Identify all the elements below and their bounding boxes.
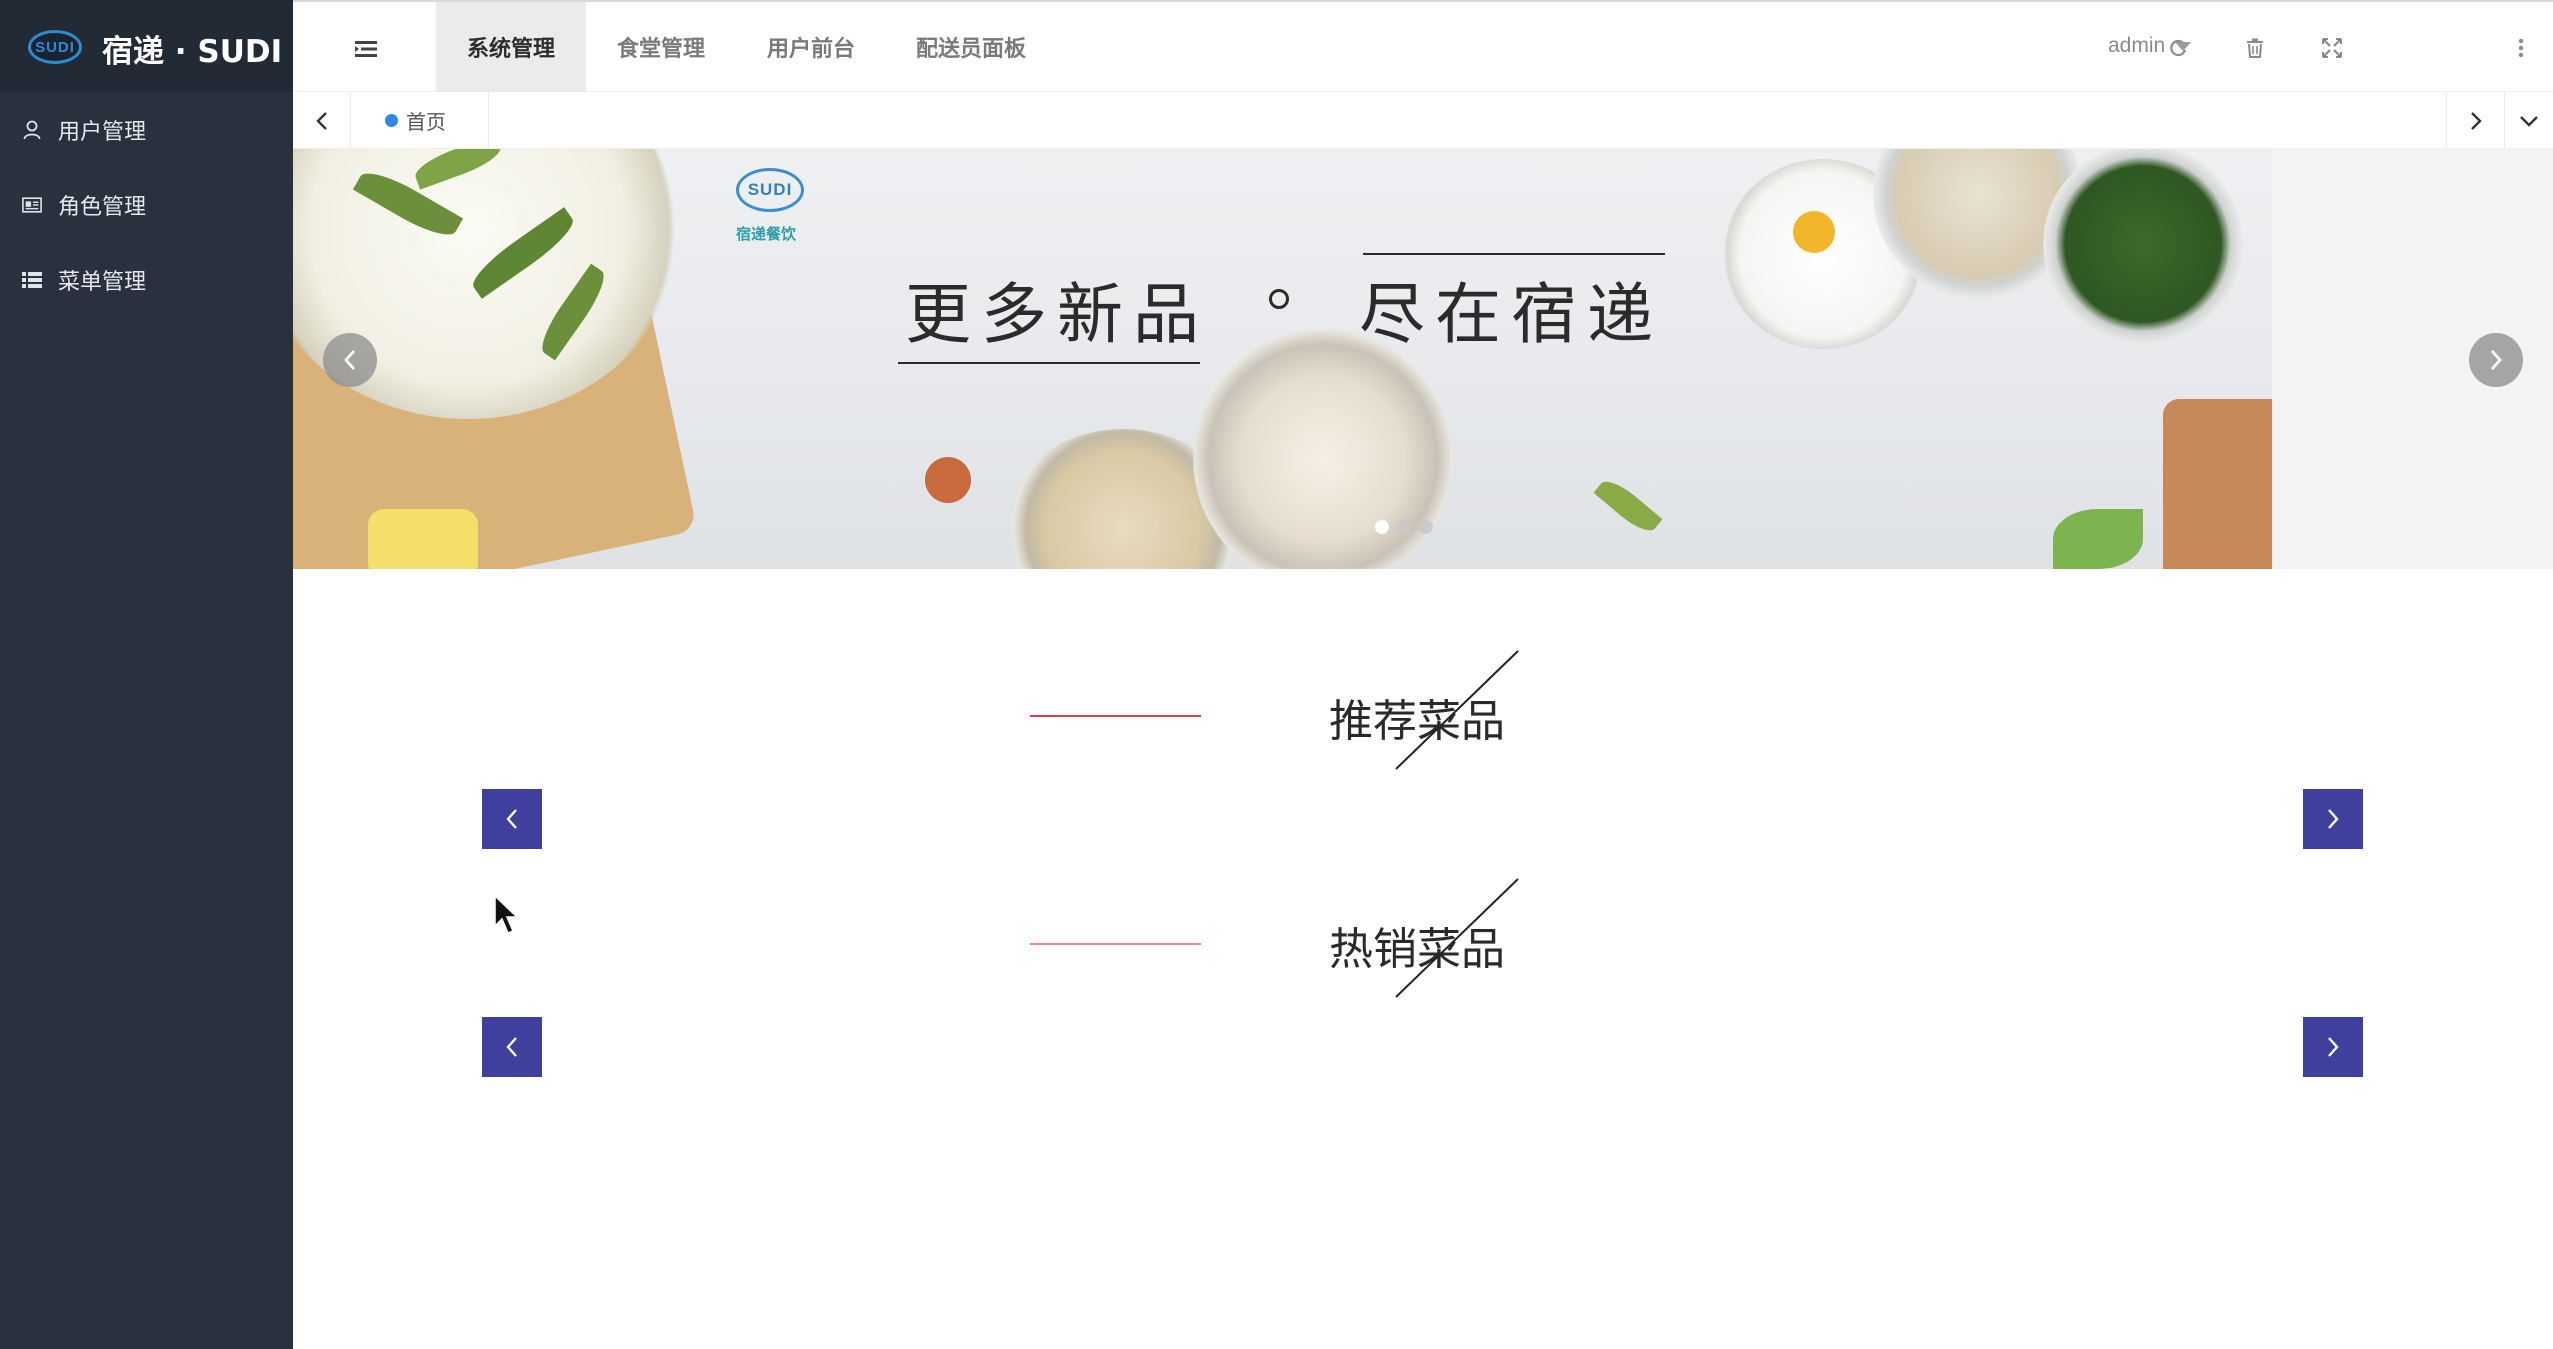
active-dot (385, 114, 398, 127)
list-icon (22, 270, 42, 290)
carousel-prev-button[interactable] (323, 333, 377, 387)
carousel-indicators (1375, 520, 1433, 534)
banner-image: SUDI 宿递餐饮 更多新品 尽在宿递 (293, 149, 2272, 569)
slogan-separator (1269, 289, 1289, 309)
hot-sale-next-button[interactable] (2303, 1017, 2363, 1077)
mouse-cursor-icon (494, 894, 519, 934)
user-icon (22, 120, 42, 140)
carousel-dot[interactable] (1375, 520, 1389, 534)
tab-home[interactable]: 首页 (385, 92, 446, 149)
chevron-right-icon (2328, 1037, 2339, 1057)
sidebar-toggle-icon[interactable] (355, 38, 379, 60)
chevron-right-icon (2328, 809, 2339, 829)
fullscreen-icon[interactable] (2320, 36, 2344, 60)
banner-logo-badge: SUDI (736, 168, 804, 212)
carousel-next-button[interactable] (2469, 333, 2523, 387)
hot-sale-prev-button[interactable] (482, 1017, 542, 1077)
trash-icon[interactable] (2243, 36, 2267, 60)
tab-scroll-left-button[interactable] (293, 92, 350, 149)
user-menu[interactable]: admin (2108, 34, 2192, 58)
banner-slogan-right: 尽在宿递 (1359, 276, 1663, 353)
caret-down-icon (2175, 41, 2192, 51)
banner-slogan-left: 更多新品 (905, 276, 1209, 353)
section-divider-line (1030, 943, 1201, 945)
divider (488, 92, 489, 149)
id-card-icon (22, 195, 42, 215)
top-header: 系统管理 食堂管理 用户前台 配送员面板 admin (293, 0, 2553, 92)
chevron-left-icon (506, 1037, 517, 1057)
recommended-prev-button[interactable] (482, 789, 542, 849)
sidebar-item-menu-management[interactable]: 菜单管理 (0, 243, 293, 317)
tab-system-management[interactable]: 系统管理 (436, 2, 586, 92)
banner-logo-subtitle: 宿递餐饮 (736, 225, 797, 243)
carousel-dot[interactable] (1397, 520, 1411, 534)
chevron-left-icon (506, 809, 517, 829)
brand-logo-badge: SUDI (28, 30, 82, 64)
chevron-down-icon (2520, 115, 2538, 127)
username: admin (2108, 34, 2166, 57)
sidebar-item-label: 角色管理 (58, 195, 147, 220)
tab-options-dropdown[interactable] (2505, 92, 2553, 149)
chevron-left-icon (344, 350, 356, 370)
tab-home-label: 首页 (406, 110, 446, 134)
chevron-right-icon (2470, 111, 2482, 130)
section-divider-line (1030, 715, 1201, 717)
tab-scroll-right-button[interactable] (2447, 92, 2504, 149)
tab-canteen-management[interactable]: 食堂管理 (586, 2, 736, 92)
brand-title: 宿递 · SUDI (102, 34, 283, 70)
sidebar: SUDI 宿递 · SUDI 用户管理 角色管理 菜单管理 (0, 0, 293, 1349)
sidebar-item-role-management[interactable]: 角色管理 (0, 168, 293, 242)
decorative-slash (1395, 650, 1519, 770)
page-tab-strip: 首页 (293, 92, 2553, 149)
banner-carousel: SUDI 宿递餐饮 更多新品 尽在宿递 (293, 149, 2553, 569)
sidebar-item-label: 用户管理 (58, 120, 147, 145)
divider (350, 92, 351, 149)
logo-bar: SUDI 宿递 · SUDI (0, 0, 293, 92)
tab-courier-panel[interactable]: 配送员面板 (886, 2, 1056, 92)
tab-user-frontend[interactable]: 用户前台 (736, 2, 886, 92)
decorative-slash (1395, 878, 1519, 998)
sidebar-item-label: 菜单管理 (58, 270, 147, 295)
chevron-right-icon (2490, 350, 2502, 370)
more-vertical-icon[interactable] (2509, 36, 2533, 60)
chevron-left-icon (315, 111, 327, 130)
sidebar-item-user-management[interactable]: 用户管理 (0, 93, 293, 167)
carousel-dot[interactable] (1419, 520, 1433, 534)
recommended-next-button[interactable] (2303, 789, 2363, 849)
